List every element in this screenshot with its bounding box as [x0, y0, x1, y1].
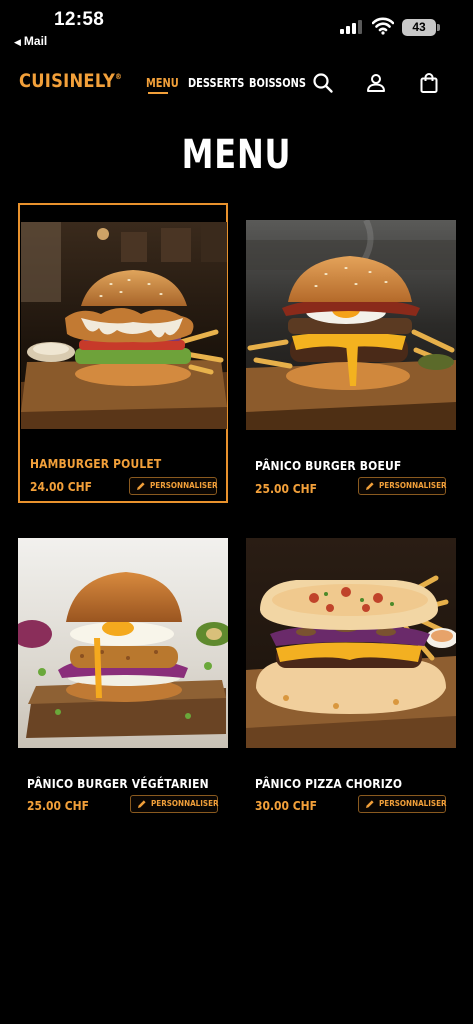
wifi-icon — [372, 17, 394, 35]
product-image-panico-burger-vegetarien — [18, 538, 228, 748]
product-name: HAMBURGER POULET — [30, 456, 162, 471]
product-price: 25.00 CHF — [255, 481, 317, 496]
product-name: PÂNICO BURGER BOEUF — [255, 458, 402, 473]
search-icon[interactable] — [312, 72, 334, 94]
back-arrow-icon: ◀ — [14, 37, 21, 47]
pencil-icon — [138, 800, 146, 808]
shopping-bag-icon[interactable] — [418, 72, 440, 94]
user-icon[interactable] — [365, 72, 387, 94]
product-card-hamburger-poulet[interactable]: HAMBURGER POULET 24.00 CHF PERSONNALISER — [18, 203, 228, 503]
back-label: Mail — [23, 34, 48, 48]
product-name: PÂNICO PIZZA CHORIZO — [255, 776, 403, 791]
brand-logo[interactable]: CUISINELY® — [19, 70, 122, 92]
nav-link-boissons[interactable]: BOISSONS — [249, 76, 306, 90]
status-time: 12:58 — [54, 9, 105, 30]
product-price: 25.00 CHF — [27, 798, 89, 813]
personalize-label: PERSONNALISER — [150, 481, 218, 490]
personalize-button[interactable]: PERSONNALISER — [130, 795, 219, 813]
product-image-panico-pizza-chorizo — [246, 538, 456, 748]
product-image-panico-burger-boeuf — [246, 220, 456, 430]
product-price: 30.00 CHF — [255, 798, 317, 813]
brand-name: CUISINELY — [19, 70, 116, 92]
product-name: PÂNICO BURGER VÉGÉTARIEN — [27, 776, 209, 791]
product-price: 24.00 CHF — [30, 479, 92, 494]
pencil-icon — [366, 800, 374, 808]
product-card-panico-pizza-chorizo[interactable]: PÂNICO PIZZA CHORIZO 30.00 CHF PERSONNAL… — [244, 523, 458, 823]
brand-trademark: ® — [115, 72, 123, 81]
personalize-button[interactable]: PERSONNALISER — [129, 477, 218, 495]
battery-tip — [437, 24, 440, 31]
page-title: MENU — [181, 132, 292, 178]
nav-link-menu[interactable]: MENU — [146, 76, 179, 90]
personalize-label: PERSONNALISER — [379, 799, 447, 808]
nav-link-desserts[interactable]: DESSERTS — [188, 76, 244, 90]
product-card-panico-burger-boeuf[interactable]: PÂNICO BURGER BOEUF 25.00 CHF PERSONNALI… — [244, 205, 458, 505]
back-to-mail-link[interactable]: ◀ Mail — [14, 34, 47, 48]
battery-indicator: 43 — [402, 19, 436, 36]
personalize-button[interactable]: PERSONNALISER — [358, 795, 447, 813]
personalize-label: PERSONNALISER — [151, 799, 219, 808]
personalize-button[interactable]: PERSONNALISER — [358, 477, 447, 495]
product-image-hamburger-poulet — [21, 222, 227, 429]
pencil-icon — [137, 482, 145, 490]
cellular-signal-icon — [340, 20, 364, 34]
product-card-panico-burger-vegetarien[interactable]: PÂNICO BURGER VÉGÉTARIEN 25.00 CHF PERSO… — [16, 523, 230, 823]
personalize-label: PERSONNALISER — [379, 481, 447, 490]
status-bar: 12:58 ◀ Mail 43 — [0, 0, 473, 56]
pencil-icon — [366, 482, 374, 490]
nav-active-underline — [148, 92, 168, 94]
